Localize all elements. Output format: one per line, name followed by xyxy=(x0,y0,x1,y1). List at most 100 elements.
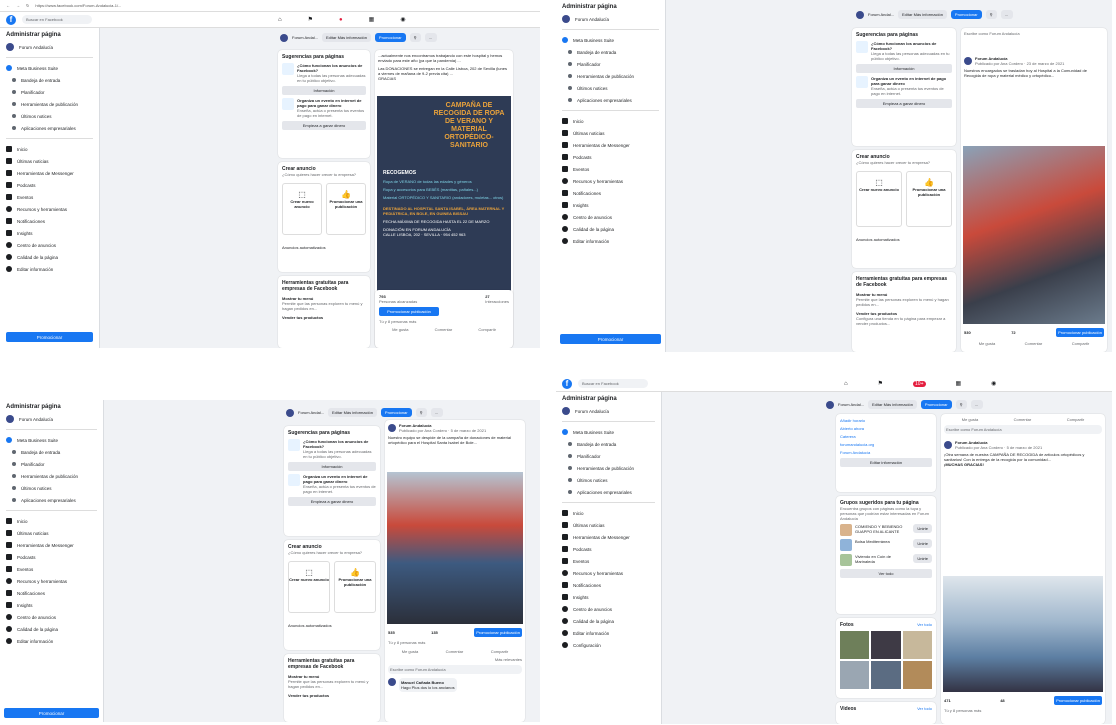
suite-apps[interactable]: Aplicaciones empresariales xyxy=(562,486,655,498)
comment-button[interactable]: Comentar xyxy=(446,649,464,654)
share-button[interactable]: Compartir xyxy=(1067,417,1085,422)
sidebar-item-news[interactable]: Últimas noticias xyxy=(6,155,93,167)
like-button[interactable]: Me gusta xyxy=(979,341,995,346)
groups-icon[interactable]: ◉ xyxy=(991,380,996,387)
create-ad-option[interactable]: ⬚ Crear nuevo anuncio xyxy=(282,183,322,235)
suite-apps[interactable]: Aplicaciones empresariales xyxy=(562,94,659,106)
page-selector[interactable]: Forum Andalucía xyxy=(6,41,93,53)
sidebar-item-insights[interactable]: Insights xyxy=(562,199,659,211)
sidebar-item-edit-info[interactable]: Editar información xyxy=(6,635,97,647)
join-group-button[interactable]: Unirte xyxy=(913,554,932,563)
page-selector[interactable]: Forum Andalucía xyxy=(562,405,655,417)
url-bar[interactable]: https://www.facebook.com/Forum-Andalucia… xyxy=(35,3,121,8)
sidebar-item-insights[interactable]: Insights xyxy=(6,227,93,239)
sell-products-link[interactable]: Vender tus productos xyxy=(288,693,376,698)
search-input[interactable]: Buscar en Facebook xyxy=(578,379,648,388)
sidebar-item-home[interactable]: Inicio xyxy=(6,143,93,155)
photo-thumb[interactable] xyxy=(840,661,870,689)
promote-post-button[interactable]: Promocionar publicación xyxy=(379,307,439,316)
category[interactable]: Caterera xyxy=(840,434,932,439)
edit-info-button[interactable]: Editar Más información xyxy=(322,33,371,42)
notifications-badge[interactable]: 10+ xyxy=(913,380,926,387)
edit-info-button[interactable]: Editar Más información xyxy=(898,10,947,19)
sidebar-item-resources[interactable]: Recursos y herramientas xyxy=(562,567,655,579)
share-button[interactable]: Compartir xyxy=(478,327,496,332)
info-button[interactable]: Información xyxy=(282,86,366,95)
page-name-link[interactable]: Forum Andalucía xyxy=(840,450,932,455)
meta-business-suite[interactable]: Meta Business Suite xyxy=(562,34,659,46)
sidebar-item-insights[interactable]: Insights xyxy=(6,599,97,611)
sidebar-item-ads-center[interactable]: Centro de anuncios xyxy=(562,603,655,615)
suite-inbox[interactable]: Bandeja de entrada xyxy=(562,438,655,450)
comment-input[interactable]: Escribe como Forum Andalucía xyxy=(944,425,1102,434)
sidebar-item-events[interactable]: Eventos xyxy=(6,563,97,575)
more-icon[interactable]: … xyxy=(1000,10,1013,19)
post-photo[interactable] xyxy=(943,576,1103,692)
more-icon[interactable]: … xyxy=(430,408,443,417)
sidebar-item-resources[interactable]: Recursos y herramientas xyxy=(6,575,97,587)
sidebar-item-home[interactable]: Inicio xyxy=(6,515,97,527)
header-promote-button[interactable]: Promocionar xyxy=(920,400,952,409)
sidebar-item-edit-info[interactable]: Editar información xyxy=(6,263,93,275)
suite-latest[interactable]: Últimos notices xyxy=(6,110,93,122)
create-ad-option[interactable]: ⬚ Crear nuevo anuncio xyxy=(288,561,330,613)
pages-icon[interactable]: ⚑ xyxy=(878,380,883,387)
comment-button[interactable]: Comentar xyxy=(435,327,453,332)
promote-button[interactable]: Promocionar xyxy=(560,334,661,344)
edit-info-button[interactable]: Editar Más información xyxy=(328,408,377,417)
post-photo[interactable] xyxy=(963,146,1105,324)
promote-button[interactable]: Promocionar xyxy=(6,332,93,342)
see-all-videos-link[interactable]: Ver todo xyxy=(917,706,932,712)
forward-icon[interactable]: → xyxy=(16,3,20,8)
suite-latest[interactable]: Últimos notices xyxy=(562,82,659,94)
photo-thumb[interactable] xyxy=(840,631,870,659)
sidebar-item-resources[interactable]: Recursos y herramientas xyxy=(562,175,659,187)
search-input[interactable]: Buscar en Facebook xyxy=(22,15,92,24)
sidebar-item-podcasts[interactable]: Podcasts xyxy=(6,551,97,563)
promote-post-button[interactable]: Promocionar publicación xyxy=(474,628,522,637)
suite-planner[interactable]: Planificador xyxy=(562,450,655,462)
header-search-icon[interactable]: ⚲ xyxy=(985,10,997,19)
comment-input[interactable]: Escribe como Forum Andalucía xyxy=(964,31,1104,36)
photo-thumb[interactable] xyxy=(871,661,901,689)
sidebar-item-settings[interactable]: Configuración xyxy=(562,639,655,651)
sidebar-item-news[interactable]: Últimas noticias xyxy=(562,127,659,139)
meta-business-suite[interactable]: Meta Business Suite xyxy=(6,62,93,74)
sidebar-item-messenger[interactable]: Herramientas de Messenger xyxy=(6,167,93,179)
photo-thumb[interactable] xyxy=(902,631,932,659)
sidebar-item-notifications[interactable]: Notificaciones xyxy=(6,215,93,227)
facebook-logo-icon[interactable]: f xyxy=(562,378,572,389)
sidebar-item-notifications[interactable]: Notificaciones xyxy=(562,187,659,199)
suite-apps[interactable]: Aplicaciones empresariales xyxy=(6,122,93,134)
like-button[interactable]: Me gusta xyxy=(402,649,418,654)
website-link[interactable]: forumandalucia.org xyxy=(840,442,932,447)
sidebar-item-resources[interactable]: Recursos y herramientas xyxy=(6,203,93,215)
sidebar-item-edit-info[interactable]: Editar información xyxy=(562,627,655,639)
reload-icon[interactable]: ↻ xyxy=(26,3,29,8)
sidebar-item-quality[interactable]: Calidad de la página xyxy=(562,615,655,627)
join-group-button[interactable]: Unirte xyxy=(913,524,932,533)
suite-inbox[interactable]: Bandeja de entrada xyxy=(6,446,97,458)
header-search-icon[interactable]: ⚲ xyxy=(415,408,427,417)
sidebar-item-events[interactable]: Eventos xyxy=(562,163,659,175)
sidebar-item-ads-center[interactable]: Centro de anuncios xyxy=(6,239,93,251)
like-button[interactable]: Me gusta xyxy=(962,417,978,422)
sidebar-item-insights[interactable]: Insights xyxy=(562,591,655,603)
share-button[interactable]: Compartir xyxy=(491,649,509,654)
suite-latest[interactable]: Últimos notices xyxy=(6,482,97,494)
home-icon[interactable]: ⌂ xyxy=(844,381,848,387)
sidebar-item-events[interactable]: Eventos xyxy=(562,555,655,567)
sidebar-item-news[interactable]: Últimas noticias xyxy=(562,519,655,531)
notifications-icon[interactable]: ● xyxy=(339,17,343,23)
meta-business-suite[interactable]: Meta Business Suite xyxy=(6,434,97,446)
marketplace-icon[interactable]: ▦ xyxy=(956,380,962,387)
header-search-icon[interactable]: ⚲ xyxy=(409,33,421,42)
suite-publishing[interactable]: Herramientas de publicación xyxy=(6,98,93,110)
back-icon[interactable]: ← xyxy=(6,3,10,8)
sidebar-item-notifications[interactable]: Notificaciones xyxy=(6,587,97,599)
sidebar-item-ads-center[interactable]: Centro de anuncios xyxy=(6,611,97,623)
more-icon[interactable]: … xyxy=(970,400,983,409)
join-group-button[interactable]: Unirte xyxy=(913,539,932,548)
info-button[interactable]: Información xyxy=(856,64,952,73)
more-icon[interactable]: … xyxy=(424,33,437,42)
